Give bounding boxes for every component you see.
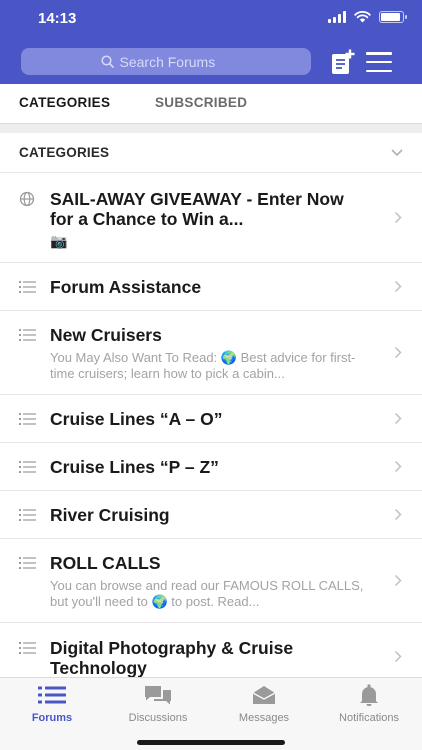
tab-bar: CATEGORIES SUBSCRIBED	[0, 84, 422, 124]
chat-bubbles-icon	[143, 685, 173, 705]
wifi-icon	[354, 11, 371, 23]
list-icon	[19, 281, 36, 293]
tab-categories[interactable]: CATEGORIES	[19, 95, 110, 110]
nav-messages[interactable]: Messages	[228, 678, 300, 724]
forum-title: ROLL CALLS	[50, 553, 161, 573]
new-post-button[interactable]	[331, 49, 355, 75]
tab-subscribed[interactable]: SUBSCRIBED	[155, 95, 247, 110]
forum-title: River Cruising	[50, 505, 170, 525]
search-icon	[100, 55, 114, 68]
forum-subtitle: You May Also Want To Read: 🌍 Best advice…	[50, 350, 356, 381]
chevron-right-icon	[394, 508, 402, 521]
forum-row-sail-away-giveaway[interactable]: SAIL-AWAY GIVEAWAY - Enter Now for a Cha…	[0, 173, 422, 263]
section-divider	[0, 123, 422, 133]
list-icon	[19, 642, 36, 654]
list-icon	[19, 509, 36, 521]
nav-notifications[interactable]: Notifications	[326, 678, 412, 724]
search-input[interactable]	[119, 53, 232, 70]
bell-icon	[354, 684, 384, 706]
status-time: 14:13	[38, 10, 77, 27]
chevron-right-icon	[394, 346, 402, 359]
chevron-right-icon	[394, 211, 402, 224]
nav-forums[interactable]: Forums	[20, 678, 84, 724]
nav-label: Forums	[31, 712, 73, 724]
chevron-right-icon	[394, 412, 402, 425]
globe-icon	[19, 191, 35, 207]
hamburger-menu-icon[interactable]	[366, 52, 392, 72]
forum-title: Cruise Lines “P – Z”	[50, 457, 219, 477]
forum-row-new-cruisers[interactable]: New Cruisers You May Also Want To Read: …	[0, 311, 422, 395]
cellular-signal-icon	[328, 11, 346, 23]
forum-title: New Cruisers	[50, 325, 162, 345]
forum-title: Cruise Lines “A – O”	[50, 409, 223, 429]
chevron-right-icon	[394, 574, 402, 587]
forum-row-forum-assistance[interactable]: Forum Assistance	[0, 263, 422, 311]
nav-discussions[interactable]: Discussions	[118, 678, 198, 724]
categories-section-header[interactable]: CATEGORIES	[0, 133, 422, 173]
chevron-right-icon	[394, 460, 402, 473]
forums-list-icon	[37, 685, 67, 705]
forum-row-roll-calls[interactable]: ROLL CALLS You can browse and read our F…	[0, 539, 422, 623]
home-indicator	[137, 740, 285, 745]
forum-subtitle: You can browse and read our FAMOUS ROLL …	[50, 578, 364, 609]
list-icon	[19, 413, 36, 425]
forum-title: Forum Assistance	[50, 277, 202, 297]
forum-subtitle: 📷	[50, 233, 68, 249]
nav-label: Discussions	[128, 712, 188, 724]
chevron-down-icon	[391, 149, 403, 157]
nav-label: Messages	[238, 712, 290, 724]
search-forums-field[interactable]	[21, 48, 311, 75]
forum-row-digital-photography[interactable]: Digital Photography & Cruise Technology	[0, 623, 422, 678]
app-header: 14:13	[0, 0, 422, 84]
envelope-icon	[249, 685, 279, 705]
status-icons	[328, 11, 407, 23]
forum-row-cruise-lines-a-o[interactable]: Cruise Lines “A – O”	[0, 395, 422, 443]
list-icon	[19, 461, 36, 473]
forum-title: Digital Photography & Cruise Technology	[50, 638, 294, 678]
nav-label: Notifications	[339, 712, 399, 724]
forum-row-cruise-lines-p-z[interactable]: Cruise Lines “P – Z”	[0, 443, 422, 491]
section-title: CATEGORIES	[19, 145, 110, 160]
list-icon	[19, 557, 36, 569]
battery-icon	[379, 11, 407, 23]
forum-title: SAIL-AWAY GIVEAWAY - Enter Now for a Cha…	[50, 189, 344, 229]
status-bar: 14:13	[0, 0, 422, 40]
forum-row-river-cruising[interactable]: River Cruising	[0, 491, 422, 539]
list-icon	[19, 329, 36, 341]
chevron-right-icon	[394, 280, 402, 293]
chevron-right-icon	[394, 650, 402, 663]
